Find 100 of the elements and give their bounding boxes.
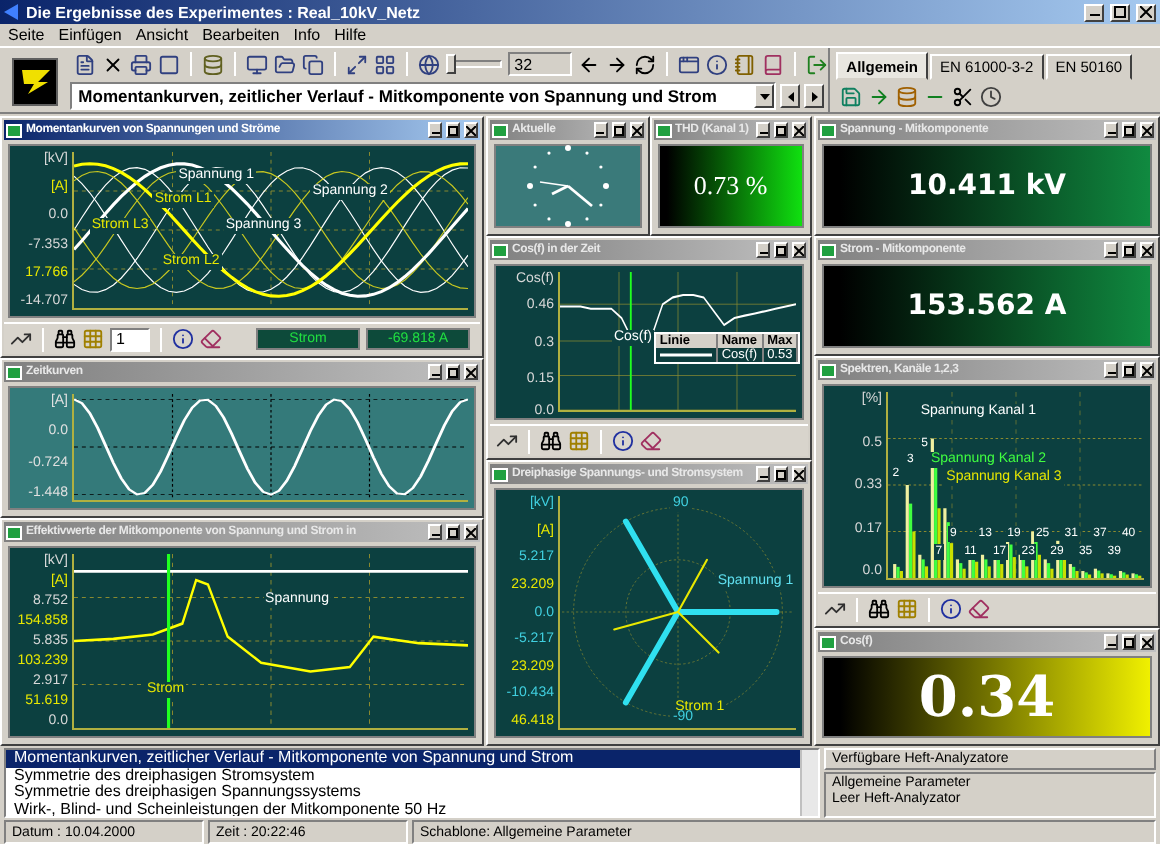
close-button[interactable]: [792, 122, 806, 138]
close-icon: [794, 245, 804, 255]
info-icon[interactable]: [172, 328, 194, 350]
layout-icon[interactable]: [374, 53, 397, 76]
minimize-icon: [431, 368, 439, 376]
window-icon: [6, 525, 22, 539]
notebook-icon[interactable]: [734, 53, 757, 76]
minimize-button[interactable]: [1104, 122, 1118, 138]
chart-icon[interactable]: [496, 430, 518, 452]
maximize-icon: [448, 527, 458, 537]
close-button[interactable]: [464, 524, 478, 540]
spin-field[interactable]: 32: [508, 52, 573, 77]
monitor-icon[interactable]: [246, 53, 269, 76]
chart-icon[interactable]: [824, 598, 846, 620]
binoculars-icon[interactable]: [540, 430, 562, 452]
menu-item[interactable]: Bearbeiten: [202, 26, 280, 44]
window-icon: [820, 635, 836, 649]
close-button[interactable]: [1140, 242, 1154, 258]
maximize-button[interactable]: [1122, 122, 1136, 138]
info-icon[interactable]: [940, 598, 962, 620]
previous-button[interactable]: [780, 84, 801, 109]
minimize-button[interactable]: [756, 122, 770, 138]
copy-icon[interactable]: [302, 53, 325, 76]
database-icon[interactable]: [896, 86, 919, 108]
minimize-icon: [1107, 366, 1115, 374]
minimize-button[interactable]: [593, 122, 607, 138]
menu-item[interactable]: Einfügen: [58, 26, 122, 44]
close-button[interactable]: [1140, 122, 1154, 138]
binoculars-icon[interactable]: [54, 328, 76, 350]
close-button[interactable]: [1140, 362, 1154, 378]
maximize-button[interactable]: [446, 524, 460, 540]
maximize-button[interactable]: [446, 364, 460, 380]
minimize-icon: [759, 126, 767, 134]
info-icon[interactable]: [706, 53, 729, 76]
clock-icon[interactable]: [980, 86, 1003, 108]
close-button[interactable]: [464, 122, 478, 138]
minimize-button[interactable]: [1104, 634, 1118, 650]
maximize-button[interactable]: [611, 122, 625, 138]
maximize-button[interactable]: [1122, 242, 1136, 258]
close-button[interactable]: [629, 122, 643, 138]
document-icon[interactable]: [74, 53, 97, 76]
view-select[interactable]: Momentankurven, zeitlicher Verlauf - Mitkomponente von Spannung und Strom: [70, 82, 777, 111]
rectangle-icon[interactable]: [158, 53, 181, 76]
eraser-icon[interactable]: [968, 598, 990, 620]
minimize-icon: [759, 470, 767, 478]
info-icon[interactable]: [612, 430, 634, 452]
minimize-button[interactable]: [1104, 242, 1118, 258]
scissors-icon[interactable]: [952, 86, 975, 108]
cross-icon[interactable]: [102, 53, 125, 76]
maximize-button[interactable]: [1122, 362, 1136, 378]
folder-icon[interactable]: [274, 53, 297, 76]
close-button[interactable]: [792, 242, 806, 258]
close-button[interactable]: [1140, 634, 1154, 650]
maximize-button[interactable]: [774, 122, 788, 138]
close-button[interactable]: [792, 466, 806, 482]
window-icon: [492, 243, 508, 257]
zoom-slider[interactable]: [446, 60, 503, 69]
scrollbar[interactable]: [800, 750, 818, 816]
minimize-button[interactable]: [428, 122, 442, 138]
printer-icon[interactable]: [130, 53, 153, 76]
arrow-left-icon[interactable]: [578, 53, 601, 76]
maximize-icon: [1124, 125, 1134, 135]
menu-item[interactable]: Seite: [8, 26, 45, 44]
window-icon[interactable]: [678, 53, 701, 76]
list-item[interactable]: Momentankurven, zeitlicher Verlauf - Mitkomponente von Spannung und Strom: [6, 750, 800, 767]
book-icon[interactable]: [762, 53, 785, 76]
maximize-button[interactable]: [774, 242, 788, 258]
maximize-button[interactable]: [446, 122, 460, 138]
exit-icon[interactable]: [806, 53, 829, 76]
dropdown-button[interactable]: [754, 84, 775, 109]
eraser-icon[interactable]: [640, 430, 662, 452]
chart-icon[interactable]: [10, 328, 32, 350]
binoculars-icon[interactable]: [868, 598, 890, 620]
slider-thumb[interactable]: [446, 54, 457, 75]
next-button[interactable]: [804, 84, 825, 109]
minimize-button[interactable]: [428, 524, 442, 540]
minimize-button[interactable]: [756, 466, 770, 482]
arrow-right-icon[interactable]: [606, 53, 629, 76]
menu-item[interactable]: Hilfe: [334, 26, 367, 44]
database-icon[interactable]: [202, 53, 225, 76]
window-icon: [820, 363, 836, 377]
globe-icon[interactable]: [418, 53, 441, 76]
eraser-icon[interactable]: [200, 328, 222, 350]
list-item[interactable]: Wirk-, Blind- und Scheinleistungen der Mitkomponente 50 Hz: [6, 801, 800, 816]
refresh-icon[interactable]: [634, 53, 657, 76]
minimize-button[interactable]: [1104, 362, 1118, 378]
minimize-button[interactable]: [1084, 3, 1104, 21]
save-icon[interactable]: [840, 86, 863, 108]
spin-field[interactable]: 1: [110, 327, 150, 351]
minimize-button[interactable]: [756, 242, 770, 258]
list-item[interactable]: Symmetrie des dreiphasigen Spannungssystems: [6, 784, 800, 801]
minimize-button[interactable]: [428, 364, 442, 380]
maximize-button[interactable]: [1122, 634, 1136, 650]
maximize-button[interactable]: [774, 466, 788, 482]
menu-item[interactable]: Ansicht: [135, 26, 189, 44]
meter-value: 153.562 A: [907, 290, 1067, 322]
close-button[interactable]: [464, 364, 478, 380]
resize-icon[interactable]: [346, 53, 369, 76]
menu-item[interactable]: Info: [293, 26, 321, 44]
list-item[interactable]: Symmetrie des dreiphasigen Stromsystem: [6, 767, 800, 784]
